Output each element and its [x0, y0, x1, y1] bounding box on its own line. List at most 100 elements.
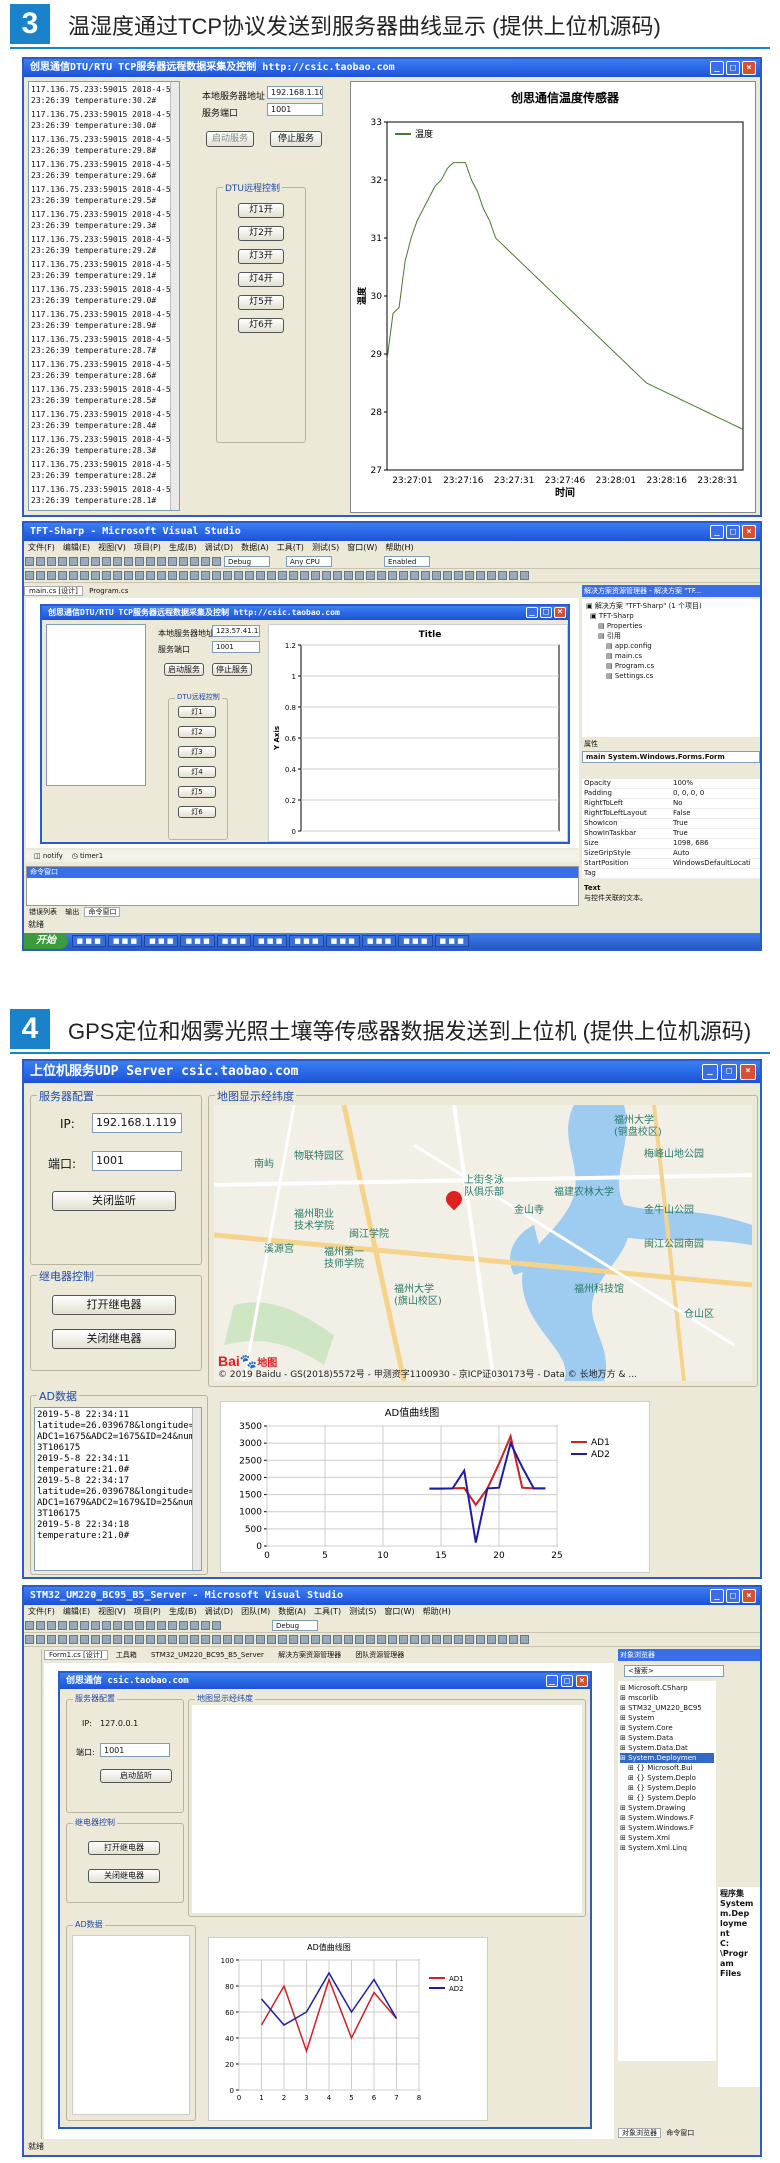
- expand-icon[interactable]: ⊞: [620, 1804, 628, 1812]
- toolbar-icon[interactable]: [366, 1635, 375, 1644]
- expand-icon[interactable]: ⊞: [620, 1714, 628, 1722]
- toolbar-icon[interactable]: [25, 1621, 34, 1630]
- udp-titlebar[interactable]: 上位机服务UDP Server csic.taobao.com _ □ ×: [24, 1061, 760, 1083]
- expand-icon[interactable]: ⊞: [620, 1734, 628, 1742]
- object-tree-item[interactable]: ⊞ STM32_UM220_BC95: [620, 1703, 714, 1713]
- toolbar-icon[interactable]: [212, 571, 221, 580]
- vs2-port-input[interactable]: 1001: [100, 1743, 170, 1757]
- property-row[interactable]: ShowInTaskbar True: [582, 829, 760, 839]
- solution-tree-item[interactable]: ▤ 引用: [586, 631, 756, 641]
- toolbar-icon[interactable]: [168, 571, 177, 580]
- menu-item[interactable]: 生成(B): [169, 543, 197, 552]
- object-tree-item[interactable]: ⊞ System.Windows.F: [620, 1813, 714, 1823]
- toolbar-icon[interactable]: [80, 571, 89, 580]
- taskbar-item[interactable]: ■ ■ ■: [289, 935, 324, 947]
- menu-item[interactable]: 视图(V): [98, 1607, 126, 1616]
- menu-item[interactable]: 项目(P): [134, 543, 161, 552]
- toolbar-icon[interactable]: [366, 571, 375, 580]
- designer-light-button[interactable]: 灯6: [178, 806, 216, 818]
- toolbar-icon[interactable]: [47, 557, 56, 566]
- menu-item[interactable]: 帮助(H): [423, 1607, 451, 1616]
- taskbar-item[interactable]: ■ ■ ■: [361, 935, 397, 947]
- solution-tree[interactable]: ▣ 解决方案 "TFT-Sharp" (1 个项目) ▣ TFT-Sharp ▤ P…: [582, 599, 760, 737]
- toolbar-icon[interactable]: [47, 1621, 56, 1630]
- toolbar-icon[interactable]: [498, 1635, 507, 1644]
- toolbar-icon[interactable]: [58, 557, 67, 566]
- toolbar-icon[interactable]: [245, 1635, 254, 1644]
- properties-object-select[interactable]: main System.Windows.Forms.Form: [582, 751, 760, 763]
- light-button[interactable]: 灯5开: [238, 295, 284, 310]
- toolbar-icon[interactable]: [69, 571, 78, 580]
- toolbar-icon[interactable]: [234, 571, 243, 580]
- taskbar-item[interactable]: ■ ■ ■: [398, 935, 433, 947]
- vs-maximize-button[interactable]: □: [726, 525, 740, 539]
- designer-ip-input[interactable]: 123.57.41.13: [212, 625, 260, 637]
- toolbar-icon[interactable]: [25, 557, 34, 566]
- toolbar-icon[interactable]: [58, 571, 67, 580]
- menu-item[interactable]: 编辑(E): [63, 543, 90, 552]
- toolbar-icon[interactable]: [388, 1635, 397, 1644]
- toolbar-icon[interactable]: [135, 557, 144, 566]
- toolbar-icon[interactable]: [487, 1635, 496, 1644]
- solution-tree-item[interactable]: ▤ Properties: [586, 621, 756, 631]
- toolbar-icon[interactable]: [245, 571, 254, 580]
- toolbar-icon[interactable]: [432, 571, 441, 580]
- menu-item[interactable]: 工具(T): [314, 1607, 341, 1616]
- toolbar-icon[interactable]: [465, 571, 474, 580]
- toolbar-icon[interactable]: [113, 1621, 122, 1630]
- solution-tree-item[interactable]: ▣ TFT-Sharp: [586, 611, 756, 621]
- udp-minimize-button[interactable]: _: [702, 1064, 718, 1080]
- menu-item[interactable]: 工具(T): [277, 543, 304, 552]
- log-scrollbar[interactable]: [170, 82, 179, 510]
- toolbar-icon[interactable]: [443, 571, 452, 580]
- designer-light-button[interactable]: 灯3: [178, 746, 216, 758]
- menu-item[interactable]: 测试(S): [349, 1607, 376, 1616]
- vs2-close-button[interactable]: ×: [742, 1589, 756, 1603]
- toolbar-icon[interactable]: [91, 557, 100, 566]
- toolbar-icon[interactable]: [300, 1635, 309, 1644]
- udp-ip-input[interactable]: 192.168.1.119: [92, 1113, 182, 1133]
- designer-listbox[interactable]: [46, 624, 146, 786]
- tab-project[interactable]: STM32_UM220_BC95_B5_Server: [145, 1651, 270, 1659]
- menu-item[interactable]: 视图(V): [98, 543, 126, 552]
- tab-output[interactable]: 输出: [62, 908, 82, 916]
- solution-tree-item[interactable]: ▤ Program.cs: [586, 661, 756, 671]
- toolbar-icon[interactable]: [146, 1621, 155, 1630]
- designer-light-button[interactable]: 灯5: [178, 786, 216, 798]
- toolbar-icon[interactable]: [421, 1635, 430, 1644]
- object-tree-item[interactable]: ⊞ Microsoft.CSharp: [620, 1683, 714, 1693]
- toolbar-icon[interactable]: [157, 571, 166, 580]
- toolbar-icon[interactable]: [69, 1621, 78, 1630]
- toolbar-icon[interactable]: [91, 1621, 100, 1630]
- object-browser-search[interactable]: <搜索>: [624, 1665, 724, 1677]
- tab-main-design[interactable]: main.cs [设计]: [24, 586, 83, 596]
- menu-item[interactable]: 项目(P): [134, 1607, 161, 1616]
- expand-icon[interactable]: ⊞: [620, 1824, 628, 1832]
- toolbar-icon[interactable]: [454, 571, 463, 580]
- vs2-map-webbrowser[interactable]: [192, 1705, 582, 1913]
- toolbar-icon[interactable]: [113, 571, 122, 580]
- menu-item[interactable]: 帮助(H): [385, 543, 413, 552]
- vs2-maximize-button[interactable]: □: [726, 1589, 740, 1603]
- toolbar-icon[interactable]: [454, 1635, 463, 1644]
- tab-toolbox[interactable]: 工具箱: [110, 1651, 143, 1659]
- toolbar-icon[interactable]: [146, 1635, 155, 1644]
- toolbar-icon[interactable]: [520, 1635, 529, 1644]
- toolbar-icon[interactable]: [157, 1621, 166, 1630]
- toolbar-icon[interactable]: [91, 571, 100, 580]
- open-relay-button[interactable]: 打开继电器: [52, 1295, 176, 1315]
- toolbar-icon[interactable]: [333, 1635, 342, 1644]
- toolbar-icon[interactable]: [179, 571, 188, 580]
- toolbar-icon[interactable]: [267, 571, 276, 580]
- toolbar-icon[interactable]: [333, 571, 342, 580]
- toolbar-icon[interactable]: [47, 571, 56, 580]
- tray-notify[interactable]: notify: [43, 852, 63, 860]
- toolbar-icon[interactable]: [432, 1635, 441, 1644]
- toolbar-icon[interactable]: [113, 1635, 122, 1644]
- toolbar-icon[interactable]: [135, 571, 144, 580]
- toolbar-icon[interactable]: [36, 557, 45, 566]
- toolbar-icon[interactable]: [377, 571, 386, 580]
- object-tree-item[interactable]: ⊞ System.Xml: [620, 1833, 714, 1843]
- toolbar-icon[interactable]: [223, 571, 232, 580]
- vs2-ad-textbox[interactable]: [72, 1935, 190, 2115]
